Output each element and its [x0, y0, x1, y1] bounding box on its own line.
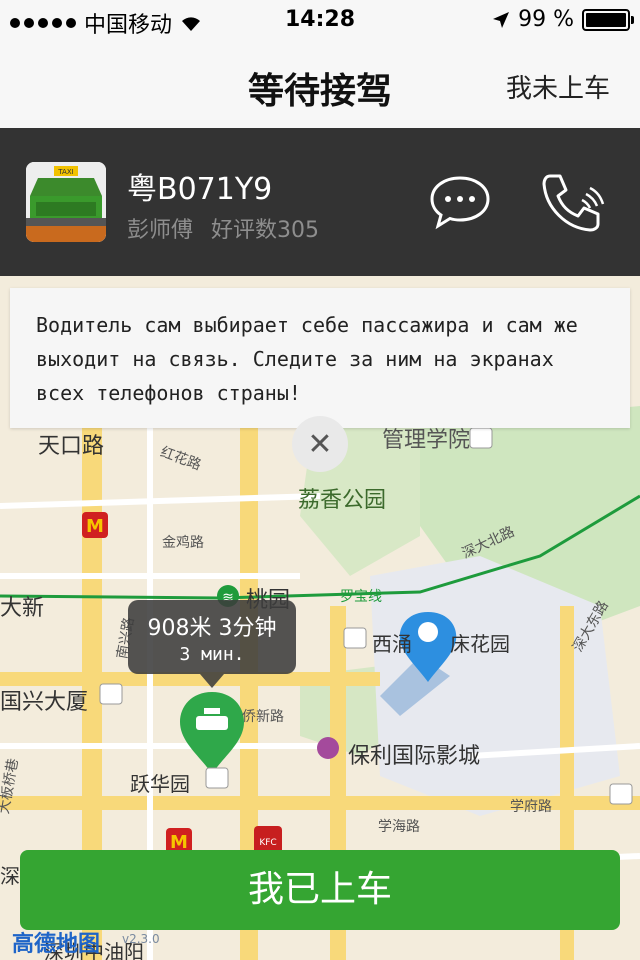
map-label: 罗宝线 [340, 589, 382, 605]
not-boarded-button[interactable]: 我未上车 [506, 68, 610, 105]
chat-bubble-icon [430, 176, 490, 230]
location-arrow-icon [493, 11, 510, 28]
phone-icon [542, 174, 605, 232]
battery-percent: 99 % [518, 7, 574, 32]
eta-minutes: 3 мин. [179, 644, 245, 665]
map-label: 床花园 [450, 632, 510, 656]
map-version: v2.3.0 [122, 932, 160, 946]
nav-bar: 等待接驾 我未上车 [0, 40, 640, 128]
map-label: 侨新路 [242, 709, 284, 725]
map-label: 天口路 [38, 434, 105, 459]
map-label: 保利国际影城 [348, 744, 481, 769]
driver-name: 彭师傅 [127, 218, 194, 243]
map-label: 大新 [0, 596, 45, 621]
call-button[interactable] [538, 170, 606, 234]
map-label: 跃华园 [130, 772, 190, 796]
close-icon: ✕ [307, 426, 333, 462]
svg-text:KFC: KFC [259, 838, 276, 848]
taxi-avatar: TAXI [26, 162, 106, 242]
chat-button[interactable] [428, 174, 492, 230]
driver-info: 彭师傅 好评数305 [127, 212, 319, 244]
status-right: 99 % [492, 7, 634, 32]
svg-text:TAXI: TAXI [57, 168, 73, 176]
taxi-icon: TAXI [26, 162, 106, 242]
driver-panel: TAXI 粤B071Y9 彭师傅 好评数305 [0, 128, 640, 276]
map-label: 西涌 [372, 632, 412, 656]
notice-banner: Водитель сам выбирает себе пассажира и с… [10, 288, 630, 428]
map-label: 学海路 [378, 819, 420, 835]
battery-icon [582, 8, 634, 31]
eta-bubble: 908米 3分钟 3 мин. [128, 600, 296, 688]
close-notice-button[interactable]: ✕ [292, 416, 348, 472]
battery-fill [586, 12, 626, 27]
map-label: 金鸡路 [162, 535, 204, 551]
map-logo: 高德地图 [12, 932, 101, 957]
status-bar: 中国移动 14:28 99 % [0, 0, 640, 40]
map-label: 国兴大厦 [0, 690, 89, 715]
boarded-button[interactable]: 我已上车 [20, 850, 620, 930]
driver-rating: 好评数305 [211, 218, 320, 243]
svg-text:M: M [86, 516, 104, 537]
eta-distance-time: 908米 3分钟 [147, 616, 277, 641]
map-label: 学府路 [510, 799, 552, 815]
map-label: 荔香公园 [298, 488, 387, 513]
license-plate: 粤B071Y9 [127, 172, 273, 207]
